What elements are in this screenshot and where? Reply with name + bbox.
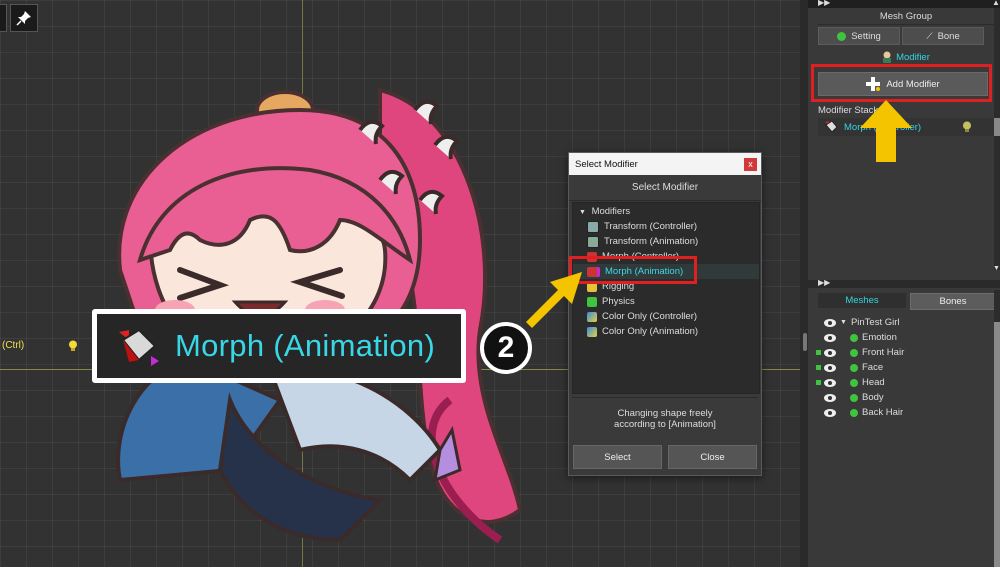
- tree-item-row[interactable]: Front Hair: [816, 345, 994, 360]
- tab-bone-label: Bone: [937, 30, 960, 42]
- right-panel-topbar: [808, 0, 1000, 8]
- tab-setting[interactable]: Setting: [818, 27, 900, 45]
- dialog-header: Select Modifier: [569, 175, 761, 201]
- scroll-up-icon[interactable]: ▲: [992, 0, 1000, 7]
- collapse-triangle-icon[interactable]: ▼: [579, 209, 586, 216]
- eye-icon[interactable]: [824, 393, 836, 402]
- list-item-label: Physics: [602, 296, 635, 307]
- setting-icon: [837, 31, 847, 41]
- list-item-color-animation[interactable]: Color Only (Animation): [573, 324, 759, 339]
- collapse-triangle-icon[interactable]: ▼: [840, 319, 847, 326]
- highlight-box-add-modifier: [811, 64, 992, 102]
- pin-icon[interactable]: [10, 4, 38, 32]
- list-item-label: Color Only (Controller): [602, 311, 698, 322]
- modifier-section-header: Modifier: [818, 50, 994, 64]
- tree-scrollbar-thumb[interactable]: [994, 322, 1000, 567]
- tree-root-label: Modifiers: [591, 206, 631, 217]
- tree-item-label: Face: [862, 362, 884, 373]
- dialog-buttons: Select Close: [573, 445, 757, 469]
- tab-meshes[interactable]: Meshes: [818, 293, 906, 308]
- expand-arrows-icon[interactable]: ▶▶: [818, 278, 830, 287]
- lightbulb-icon[interactable]: [962, 121, 972, 133]
- mesh-icon: [850, 378, 858, 387]
- dialog-titlebar[interactable]: Select Modifier x: [569, 153, 761, 175]
- tree-root-row[interactable]: ▼ PinTest Girl: [818, 315, 994, 330]
- transform-controller-icon: [587, 220, 599, 233]
- eye-icon[interactable]: [824, 363, 836, 372]
- splitter-grip[interactable]: [803, 333, 807, 351]
- tree-item-row[interactable]: Body: [818, 390, 994, 405]
- list-item-label: Transform (Controller): [604, 221, 698, 232]
- eye-icon[interactable]: [824, 333, 836, 342]
- tree-root-modifiers[interactable]: ▼ Modifiers: [573, 203, 759, 219]
- morph-controller-icon: [825, 121, 838, 133]
- modifier-section-label: Modifier: [896, 51, 930, 63]
- zoomed-callout: Morph (Animation): [92, 309, 466, 383]
- mesh-tree: ▼ PinTest Girl Emotion Front Hair Face H…: [816, 315, 994, 420]
- panel-splitter[interactable]: [800, 0, 808, 567]
- controller-label: (Ctrl): [2, 340, 25, 351]
- bone-icon: ⟋: [926, 30, 933, 41]
- tree-item-label: Head: [862, 377, 885, 388]
- description-line: according to [Animation]: [614, 419, 716, 430]
- eye-icon[interactable]: [824, 378, 836, 387]
- panel-divider: [808, 280, 1000, 288]
- tree-item-label: Back Hair: [862, 407, 904, 418]
- eye-icon[interactable]: [824, 318, 836, 327]
- step-two-number: 2: [497, 331, 515, 364]
- lightbulb-icon[interactable]: [68, 340, 78, 352]
- list-item-transform-animation[interactable]: Transform (Animation): [573, 234, 759, 249]
- mesh-icon: [850, 408, 858, 417]
- selection-marker: [816, 380, 821, 385]
- dialog-title: Select Modifier: [575, 158, 638, 170]
- list-item-color-controller[interactable]: Color Only (Controller): [573, 309, 759, 324]
- tab-bone[interactable]: ⟋ Bone: [902, 27, 984, 45]
- panel-scrollbar[interactable]: [994, 8, 1000, 270]
- panel-title: Mesh Group: [818, 8, 994, 25]
- modifier-list[interactable]: ▼ Modifiers Transform (Controller) Trans…: [572, 202, 760, 394]
- panel-scrollbar-thumb[interactable]: [994, 118, 1000, 136]
- toolbar-edge-button[interactable]: [0, 4, 7, 32]
- list-item-label: Color Only (Animation): [602, 326, 699, 337]
- tree-root-label: PinTest Girl: [850, 317, 900, 328]
- tab-setting-label: Setting: [851, 30, 881, 42]
- tree-item-row[interactable]: Emotion: [818, 330, 994, 345]
- tree-item-label: Front Hair: [862, 347, 905, 358]
- eye-icon[interactable]: [824, 348, 836, 357]
- mesh-icon: [850, 363, 858, 372]
- scroll-down-icon[interactable]: ▼: [993, 265, 1000, 272]
- select-button[interactable]: Select: [573, 445, 662, 469]
- arrow-icon: [526, 272, 582, 328]
- modifier-icon: [883, 51, 892, 63]
- list-item-physics[interactable]: Physics: [573, 294, 759, 309]
- tree-item-row[interactable]: Head: [816, 375, 994, 390]
- tree-item-row[interactable]: Face: [816, 360, 994, 375]
- mesh-icon: [850, 333, 858, 342]
- close-button[interactable]: Close: [668, 445, 757, 469]
- close-icon[interactable]: x: [744, 157, 757, 171]
- modifier-description: Changing shape freely according to [Anim…: [572, 397, 758, 440]
- mesh-icon: [850, 393, 858, 402]
- eye-icon[interactable]: [824, 408, 836, 417]
- viewport-toolbar: [0, 4, 38, 32]
- selection-marker: [816, 365, 821, 370]
- description-line: Changing shape freely: [617, 408, 713, 419]
- morph-animation-icon: [119, 328, 159, 366]
- tree-item-label: Emotion: [862, 332, 897, 343]
- tree-item-row[interactable]: Back Hair: [818, 405, 994, 420]
- list-item-transform-controller[interactable]: Transform (Controller): [573, 219, 759, 234]
- tree-item-label: Body: [862, 392, 884, 403]
- list-item-label: Transform (Animation): [604, 236, 699, 247]
- tab-bones[interactable]: Bones: [910, 293, 996, 310]
- callout-label: Morph (Animation): [175, 328, 436, 363]
- arrow-icon: [860, 100, 912, 162]
- transform-animation-icon: [587, 235, 599, 248]
- selection-marker: [816, 350, 821, 355]
- mesh-icon: [850, 348, 858, 357]
- select-modifier-dialog: Select Modifier x Select Modifier ▼ Modi…: [568, 152, 762, 476]
- expand-arrows-icon[interactable]: ▶▶: [818, 0, 830, 7]
